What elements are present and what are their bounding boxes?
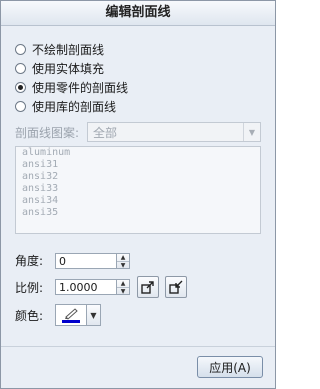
hatch-mode-radio-group: 不绘制剖面线 使用实体填充 使用零件的剖面线 使用库的剖面线 <box>15 40 128 116</box>
scale-spinner[interactable]: ▲ ▼ <box>117 279 130 295</box>
expand-arrow-icon <box>141 281 154 294</box>
scale-up-button[interactable] <box>137 276 159 298</box>
angle-spinner[interactable]: ▲ ▼ <box>117 252 130 269</box>
radio-no-hatch[interactable]: 不绘制剖面线 <box>15 40 128 58</box>
angle-row: 角度: 0 ▲ ▼ <box>15 252 130 269</box>
dialog-title: 编辑剖面线 <box>1 1 275 26</box>
pattern-label: 剖面线图案: <box>15 125 80 140</box>
angle-input[interactable]: 0 <box>55 252 117 269</box>
pattern-select-value: 全部 <box>93 125 118 140</box>
color-button[interactable] <box>55 304 87 326</box>
chevron-down-icon: ▼ <box>243 123 260 141</box>
shrink-arrow-icon <box>169 280 183 294</box>
list-item[interactable]: aluminum <box>16 147 260 159</box>
color-dropdown-button[interactable]: ▼ <box>87 304 101 326</box>
radio-button[interactable] <box>15 100 26 112</box>
list-item[interactable]: ansi35 <box>16 207 260 219</box>
radio-button[interactable] <box>15 62 26 74</box>
pattern-select[interactable]: 全部 ▼ <box>87 122 261 142</box>
scale-down-button[interactable] <box>165 276 187 298</box>
scale-label: 比例: <box>15 280 44 295</box>
color-label: 颜色: <box>15 308 44 323</box>
radio-label: 使用零件的剖面线 <box>32 80 129 95</box>
radio-solid-fill[interactable]: 使用实体填充 <box>15 59 128 77</box>
spin-up-icon[interactable]: ▲ <box>117 254 129 262</box>
edit-hatching-dialog: 编辑剖面线 不绘制剖面线 使用实体填充 使用零件的剖面线 使用库的剖面线 剖面线… <box>0 0 276 389</box>
pattern-row: 剖面线图案: 全部 ▼ <box>15 122 261 142</box>
radio-label: 不绘制剖面线 <box>32 42 105 57</box>
scale-input[interactable]: 1.0000 <box>55 279 117 295</box>
spin-down-icon[interactable]: ▼ <box>117 262 129 269</box>
radio-library-hatch[interactable]: 使用库的剖面线 <box>15 97 128 115</box>
radio-part-hatch[interactable]: 使用零件的剖面线 <box>15 78 128 96</box>
angle-label: 角度: <box>15 254 44 268</box>
divider <box>1 346 275 347</box>
color-row: 颜色: ▼ <box>15 304 101 326</box>
radio-label: 使用库的剖面线 <box>32 99 117 114</box>
list-item[interactable]: ansi31 <box>16 159 260 171</box>
list-item[interactable]: ansi32 <box>16 171 260 183</box>
list-item[interactable]: ansi34 <box>16 195 260 207</box>
radio-button[interactable] <box>15 43 26 55</box>
pattern-listbox[interactable]: aluminum ansi31 ansi32 ansi33 ansi34 ans… <box>15 146 261 234</box>
list-item[interactable]: ansi33 <box>16 183 260 195</box>
apply-button[interactable]: 应用(A) <box>197 356 263 378</box>
spin-down-icon[interactable]: ▼ <box>117 288 129 295</box>
radio-button-selected[interactable] <box>15 81 26 93</box>
dialog-body: 不绘制剖面线 使用实体填充 使用零件的剖面线 使用库的剖面线 剖面线图案: 全部… <box>1 26 275 388</box>
scale-row: 比例: 1.0000 ▲ ▼ <box>15 276 187 298</box>
pen-color-icon <box>62 308 80 323</box>
radio-label: 使用实体填充 <box>32 61 105 76</box>
spin-up-icon[interactable]: ▲ <box>117 280 129 288</box>
